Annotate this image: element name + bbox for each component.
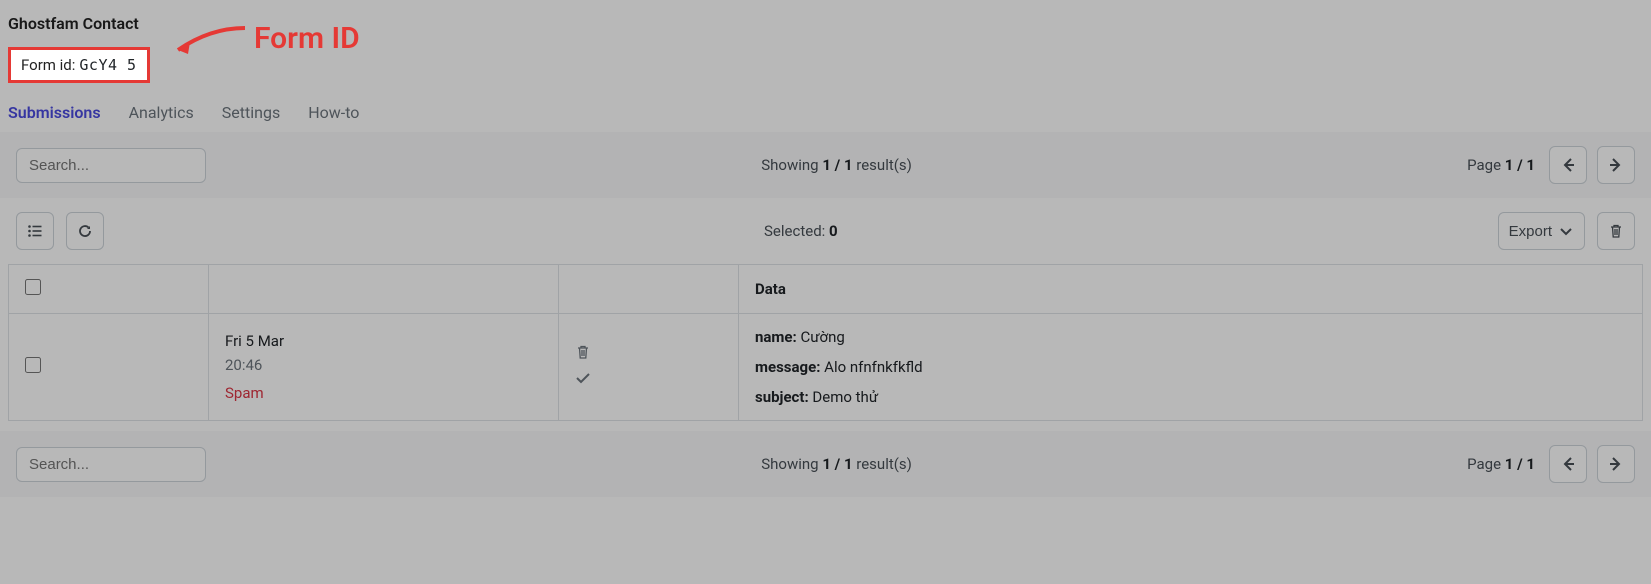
page-prefix: Page (1467, 455, 1505, 473)
form-id-value: GcY4 5 (79, 56, 136, 74)
results-summary: Showing 1 / 1 result(s) (218, 156, 1455, 174)
tab-settings[interactable]: Settings (222, 103, 280, 122)
results-summary-bottom: Showing 1 / 1 result(s) (218, 455, 1455, 473)
submissions-table: Data Fri 5 Mar 20:46 Spam name: Cườn (8, 264, 1643, 421)
row-date-cell: Fri 5 Mar 20:46 Spam (209, 314, 559, 421)
showing-suffix: result(s) (853, 455, 912, 473)
page-count: 1 / 1 (1505, 156, 1535, 174)
export-button[interactable]: Export (1498, 212, 1585, 250)
prev-page-button-bottom[interactable] (1549, 445, 1587, 483)
col-date-header (209, 265, 559, 314)
page-title: Ghostfam Contact (8, 14, 1643, 33)
page-count: 1 / 1 (1505, 455, 1535, 473)
check-icon (575, 370, 591, 386)
data-value: Alo nfnfnkfkfld (824, 358, 922, 376)
table-row: Fri 5 Mar 20:46 Spam name: Cường message… (9, 314, 1643, 421)
trash-icon (1608, 223, 1624, 239)
arrow-right-icon (1608, 157, 1624, 173)
tab-analytics[interactable]: Analytics (129, 103, 194, 122)
arrow-left-icon (1560, 157, 1576, 173)
list-view-button[interactable] (16, 212, 54, 250)
row-actions-cell (559, 314, 739, 421)
page-prefix: Page (1467, 156, 1505, 174)
prev-page-button[interactable] (1549, 146, 1587, 184)
export-label: Export (1509, 223, 1552, 240)
list-icon (27, 223, 43, 239)
data-key: name (755, 328, 793, 346)
selected-summary: Selected: 0 (116, 222, 1486, 240)
tabs: Submissions Analytics Settings How-to (0, 83, 1651, 132)
refresh-button[interactable] (66, 212, 104, 250)
showing-suffix: result(s) (853, 156, 912, 174)
toolbar-bottom: Showing 1 / 1 result(s) Page 1 / 1 (0, 431, 1651, 497)
form-id-box: Form id: GcY4 5 (8, 47, 150, 83)
data-value: Demo thử (812, 388, 878, 406)
row-checkbox-cell (9, 314, 209, 421)
tab-howto[interactable]: How-to (308, 103, 359, 122)
form-id-label: Form id: (21, 56, 75, 74)
col-actions-header (559, 265, 739, 314)
arrow-left-icon (1560, 456, 1576, 472)
showing-prefix: Showing (761, 156, 822, 174)
col-data-header: Data (739, 265, 1643, 314)
tab-submissions[interactable]: Submissions (8, 103, 101, 122)
selected-count: 0 (829, 222, 838, 240)
selected-prefix: Selected: (764, 222, 829, 240)
toolbar-top: Showing 1 / 1 result(s) Page 1 / 1 (0, 132, 1651, 198)
mark-read-button[interactable] (575, 370, 722, 390)
data-key: subject (755, 388, 804, 406)
search-input[interactable] (16, 148, 206, 183)
search-input-bottom[interactable] (16, 447, 206, 482)
row-data-cell: name: Cường message: Alo nfnfnkfkfld sub… (739, 314, 1643, 421)
delete-selected-button[interactable] (1597, 212, 1635, 250)
submission-time: 20:46 (225, 356, 542, 374)
trash-icon (575, 344, 591, 360)
showing-prefix: Showing (761, 455, 822, 473)
data-value: Cường (801, 328, 845, 346)
page-info: Page 1 / 1 (1467, 156, 1535, 174)
delete-row-button[interactable] (575, 344, 722, 364)
row-checkbox[interactable] (25, 357, 41, 373)
data-key: message (755, 358, 816, 376)
toolbar-secondary: Selected: 0 Export (0, 198, 1651, 264)
select-all-checkbox[interactable] (25, 279, 41, 295)
submission-date: Fri 5 Mar (225, 332, 542, 350)
spam-badge[interactable]: Spam (225, 384, 542, 402)
showing-count: 1 / 1 (822, 455, 852, 473)
next-page-button-bottom[interactable] (1597, 445, 1635, 483)
arrow-right-icon (1608, 456, 1624, 472)
refresh-icon (77, 223, 93, 239)
page-info-bottom: Page 1 / 1 (1467, 455, 1535, 473)
chevron-down-icon (1558, 223, 1574, 239)
next-page-button[interactable] (1597, 146, 1635, 184)
showing-count: 1 / 1 (822, 156, 852, 174)
col-checkbox-header (9, 265, 209, 314)
